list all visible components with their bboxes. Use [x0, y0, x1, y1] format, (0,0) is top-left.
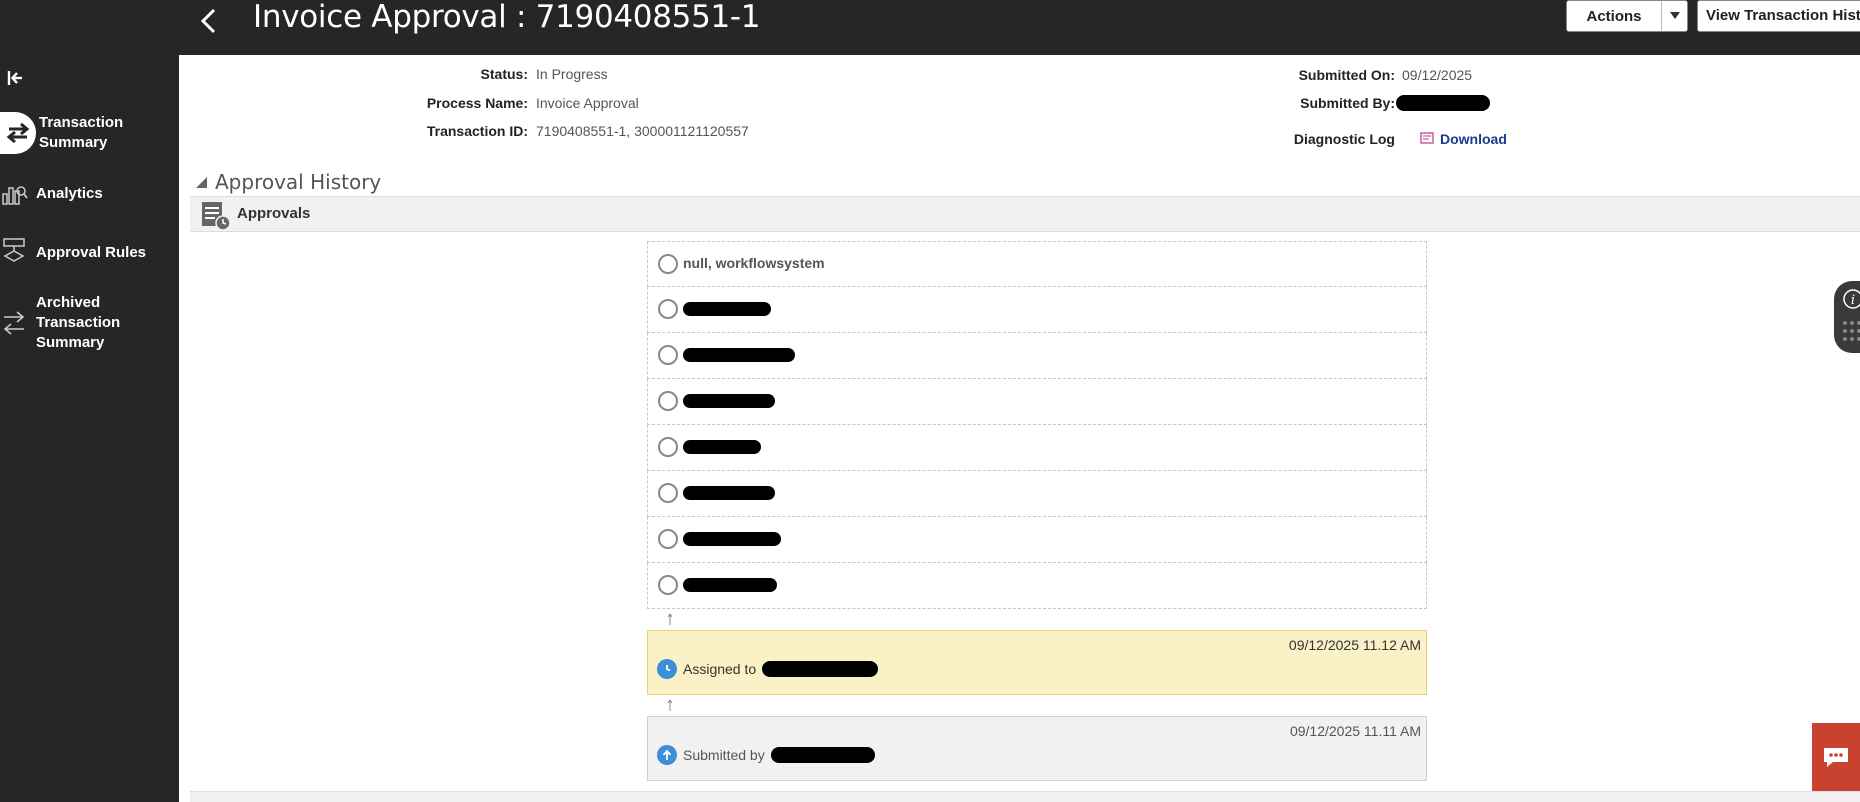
approver-row — [647, 333, 1427, 379]
archived-swap-icon — [2, 309, 26, 343]
approver-row — [647, 517, 1427, 563]
pending-circle-icon — [658, 345, 678, 365]
redacted-name — [762, 661, 879, 677]
event-time: 09/12/2025 11.12 AM — [1288, 637, 1421, 653]
svg-text:i: i — [1851, 293, 1855, 308]
redacted-name — [683, 394, 775, 408]
approver-row — [647, 563, 1427, 609]
approvers-list: null, workflowsystem — [647, 241, 1427, 609]
transaction-id-value: 7190408551-1, 300001121120557 — [536, 123, 749, 139]
log-file-icon — [1420, 131, 1434, 147]
pending-circle-icon — [658, 299, 678, 319]
approver-row — [647, 379, 1427, 425]
sidebar-item-label: Transaction Summary — [39, 114, 124, 151]
pending-circle-icon — [658, 437, 678, 457]
redacted-name — [683, 348, 795, 362]
actions-label: Actions — [1586, 7, 1642, 25]
download-label: Download — [1440, 131, 1507, 147]
redacted-name — [683, 578, 777, 592]
approver-row: null, workflowsystem — [647, 241, 1427, 287]
redacted-name — [683, 532, 781, 546]
flow-up-arrow-icon — [667, 613, 673, 628]
collapse-sidebar-icon[interactable] — [6, 69, 24, 87]
approver-row — [647, 287, 1427, 333]
redacted-name — [1396, 95, 1490, 111]
approver-row — [647, 425, 1427, 471]
upload-arrow-icon — [657, 745, 677, 765]
pending-circle-icon — [658, 254, 678, 274]
pending-circle-icon — [658, 529, 678, 549]
sidebar-item-archived-transaction-summary[interactable]: Archived Transaction Summary — [0, 293, 179, 355]
submitted-on-label: Submitted On: — [1298, 67, 1395, 83]
assigned-event-card: 09/12/2025 11.12 AM Assigned to — [647, 630, 1427, 695]
pending-circle-icon — [658, 391, 678, 411]
submitted-by-text: Submitted by — [683, 747, 765, 763]
actions-button[interactable]: Actions — [1566, 0, 1688, 32]
download-link[interactable]: Download — [1420, 131, 1507, 147]
diagnostic-log-label: Diagnostic Log — [1293, 131, 1395, 147]
submitted-on-value: 09/12/2025 — [1402, 67, 1473, 83]
actions-dropdown-icon[interactable] — [1661, 1, 1687, 31]
collapse-triangle-icon — [196, 176, 207, 188]
status-label: Status: — [480, 66, 528, 82]
sidebar-item-approval-rules[interactable]: Approval Rules — [0, 238, 179, 267]
redacted-name — [683, 302, 771, 316]
back-chevron-icon[interactable] — [196, 4, 222, 38]
process-name-value: Invoice Approval — [536, 95, 639, 111]
redacted-name — [770, 747, 875, 763]
assigned-to-text: Assigned to — [683, 661, 757, 677]
sidebar-item-analytics[interactable]: Analytics — [0, 184, 179, 208]
approvals-list-clock-icon — [199, 199, 233, 236]
approvals-label: Approvals — [237, 205, 311, 222]
sidebar: Transaction Summary Analytics Approval R… — [0, 55, 179, 802]
flow-up-arrow-icon — [667, 699, 673, 714]
transaction-id-label: Transaction ID: — [426, 123, 528, 139]
pending-circle-icon — [658, 575, 678, 595]
view-transaction-history-button[interactable]: View Transaction History — [1697, 0, 1860, 32]
redacted-name — [683, 440, 761, 454]
event-time: 09/12/2025 11.11 AM — [1289, 723, 1421, 739]
sidebar-item-label: Analytics — [36, 185, 103, 202]
approver-row — [647, 471, 1427, 517]
approver-name: null, workflowsystem — [683, 255, 825, 271]
page-title: Invoice Approval : 7190408551-1 — [253, 0, 761, 35]
next-section-header — [190, 791, 1860, 802]
analytics-chart-icon — [2, 182, 28, 212]
approvals-section-header: Approvals — [190, 196, 1860, 232]
sidebar-item-transaction-summary[interactable]: Transaction Summary — [0, 112, 179, 154]
redacted-name — [683, 486, 775, 500]
approval-history-title: Approval History — [215, 170, 382, 194]
sidebar-item-label: Archived Transaction Summary — [36, 294, 121, 351]
sidebar-item-label: Approval Rules — [36, 244, 147, 261]
top-bar: Invoice Approval : 7190408551-1 Actions … — [0, 0, 1860, 55]
process-name-label: Process Name: — [426, 95, 528, 111]
approval-history-toggle[interactable]: Approval History — [196, 170, 381, 194]
submitted-by-label: Submitted By: — [1300, 95, 1395, 111]
submitted-event-card: 09/12/2025 11.11 AM Submitted by — [647, 716, 1427, 781]
approval-rules-icon — [2, 237, 28, 271]
info-panel-tab[interactable]: i — [1834, 281, 1860, 353]
clock-icon — [657, 659, 677, 679]
swap-arrows-icon — [0, 112, 36, 154]
status-value: In Progress — [536, 66, 608, 82]
pending-circle-icon — [658, 483, 678, 503]
chat-icon[interactable] — [1812, 723, 1860, 791]
